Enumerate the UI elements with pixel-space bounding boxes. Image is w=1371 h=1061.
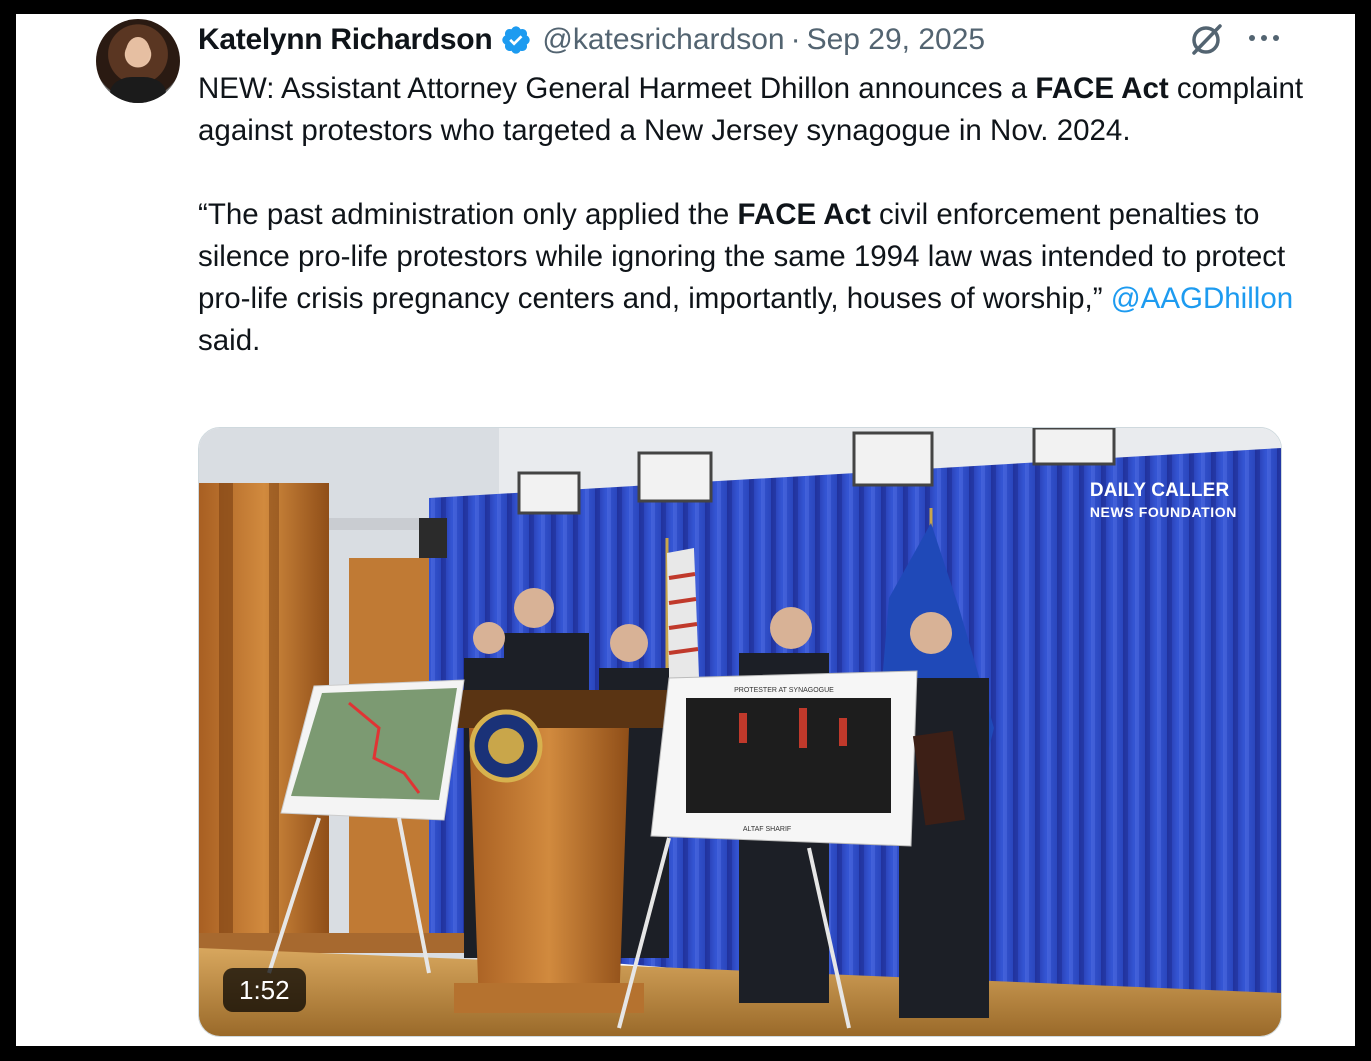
avatar-body [110,77,166,103]
tweet-card[interactable]: Katelynn Richardson @katesrichardson · S… [16,14,1355,1046]
poster-title: PROTESTER AT SYNAGOGUE [734,687,834,694]
video-player[interactable]: PROTESTER AT SYNAGOGUE ALTAF SHARIF DAIL… [198,427,1282,1037]
bold-face-act: FACE Act [737,198,871,231]
tweet-text: NEW: Assistant Attorney General Harmeet … [198,68,1308,362]
verified-badge-icon [502,26,531,54]
text-span: NEW: Assistant Attorney General Harmeet … [198,72,1036,105]
watermark-sub: NEWS FOUNDATION [1089,504,1237,520]
header-separator: · [790,23,801,56]
author-avatar[interactable] [96,19,180,103]
author-name[interactable]: Katelynn Richardson [198,23,493,57]
post-date[interactable]: Sep 29, 2025 [807,23,986,57]
avatar-face [126,37,150,67]
tweet-paragraph-2: “The past administration only applied th… [198,194,1308,362]
text-span: “The past administration only applied th… [198,198,738,231]
grok-icon[interactable] [1186,20,1226,60]
watermark-title: DAILY CALLER [1089,480,1230,501]
video-duration: 1:52 [223,968,306,1012]
tweet-paragraph-1: NEW: Assistant Attorney General Harmeet … [198,68,1308,152]
text-span: said. [198,324,261,357]
daily-caller-watermark: DAILY CALLER NEWS FOUNDATION [1090,480,1237,520]
tweet-header: Katelynn Richardson @katesrichardson · S… [198,22,985,58]
author-handle[interactable]: @katesrichardson [542,23,784,57]
mention-link[interactable]: @AAGDhillon [1111,282,1293,315]
us-flag [667,548,699,688]
poster-caption: ALTAF SHARIF [743,826,791,833]
more-icon[interactable] [1246,26,1282,50]
bold-face-act: FACE Act [1035,72,1169,105]
